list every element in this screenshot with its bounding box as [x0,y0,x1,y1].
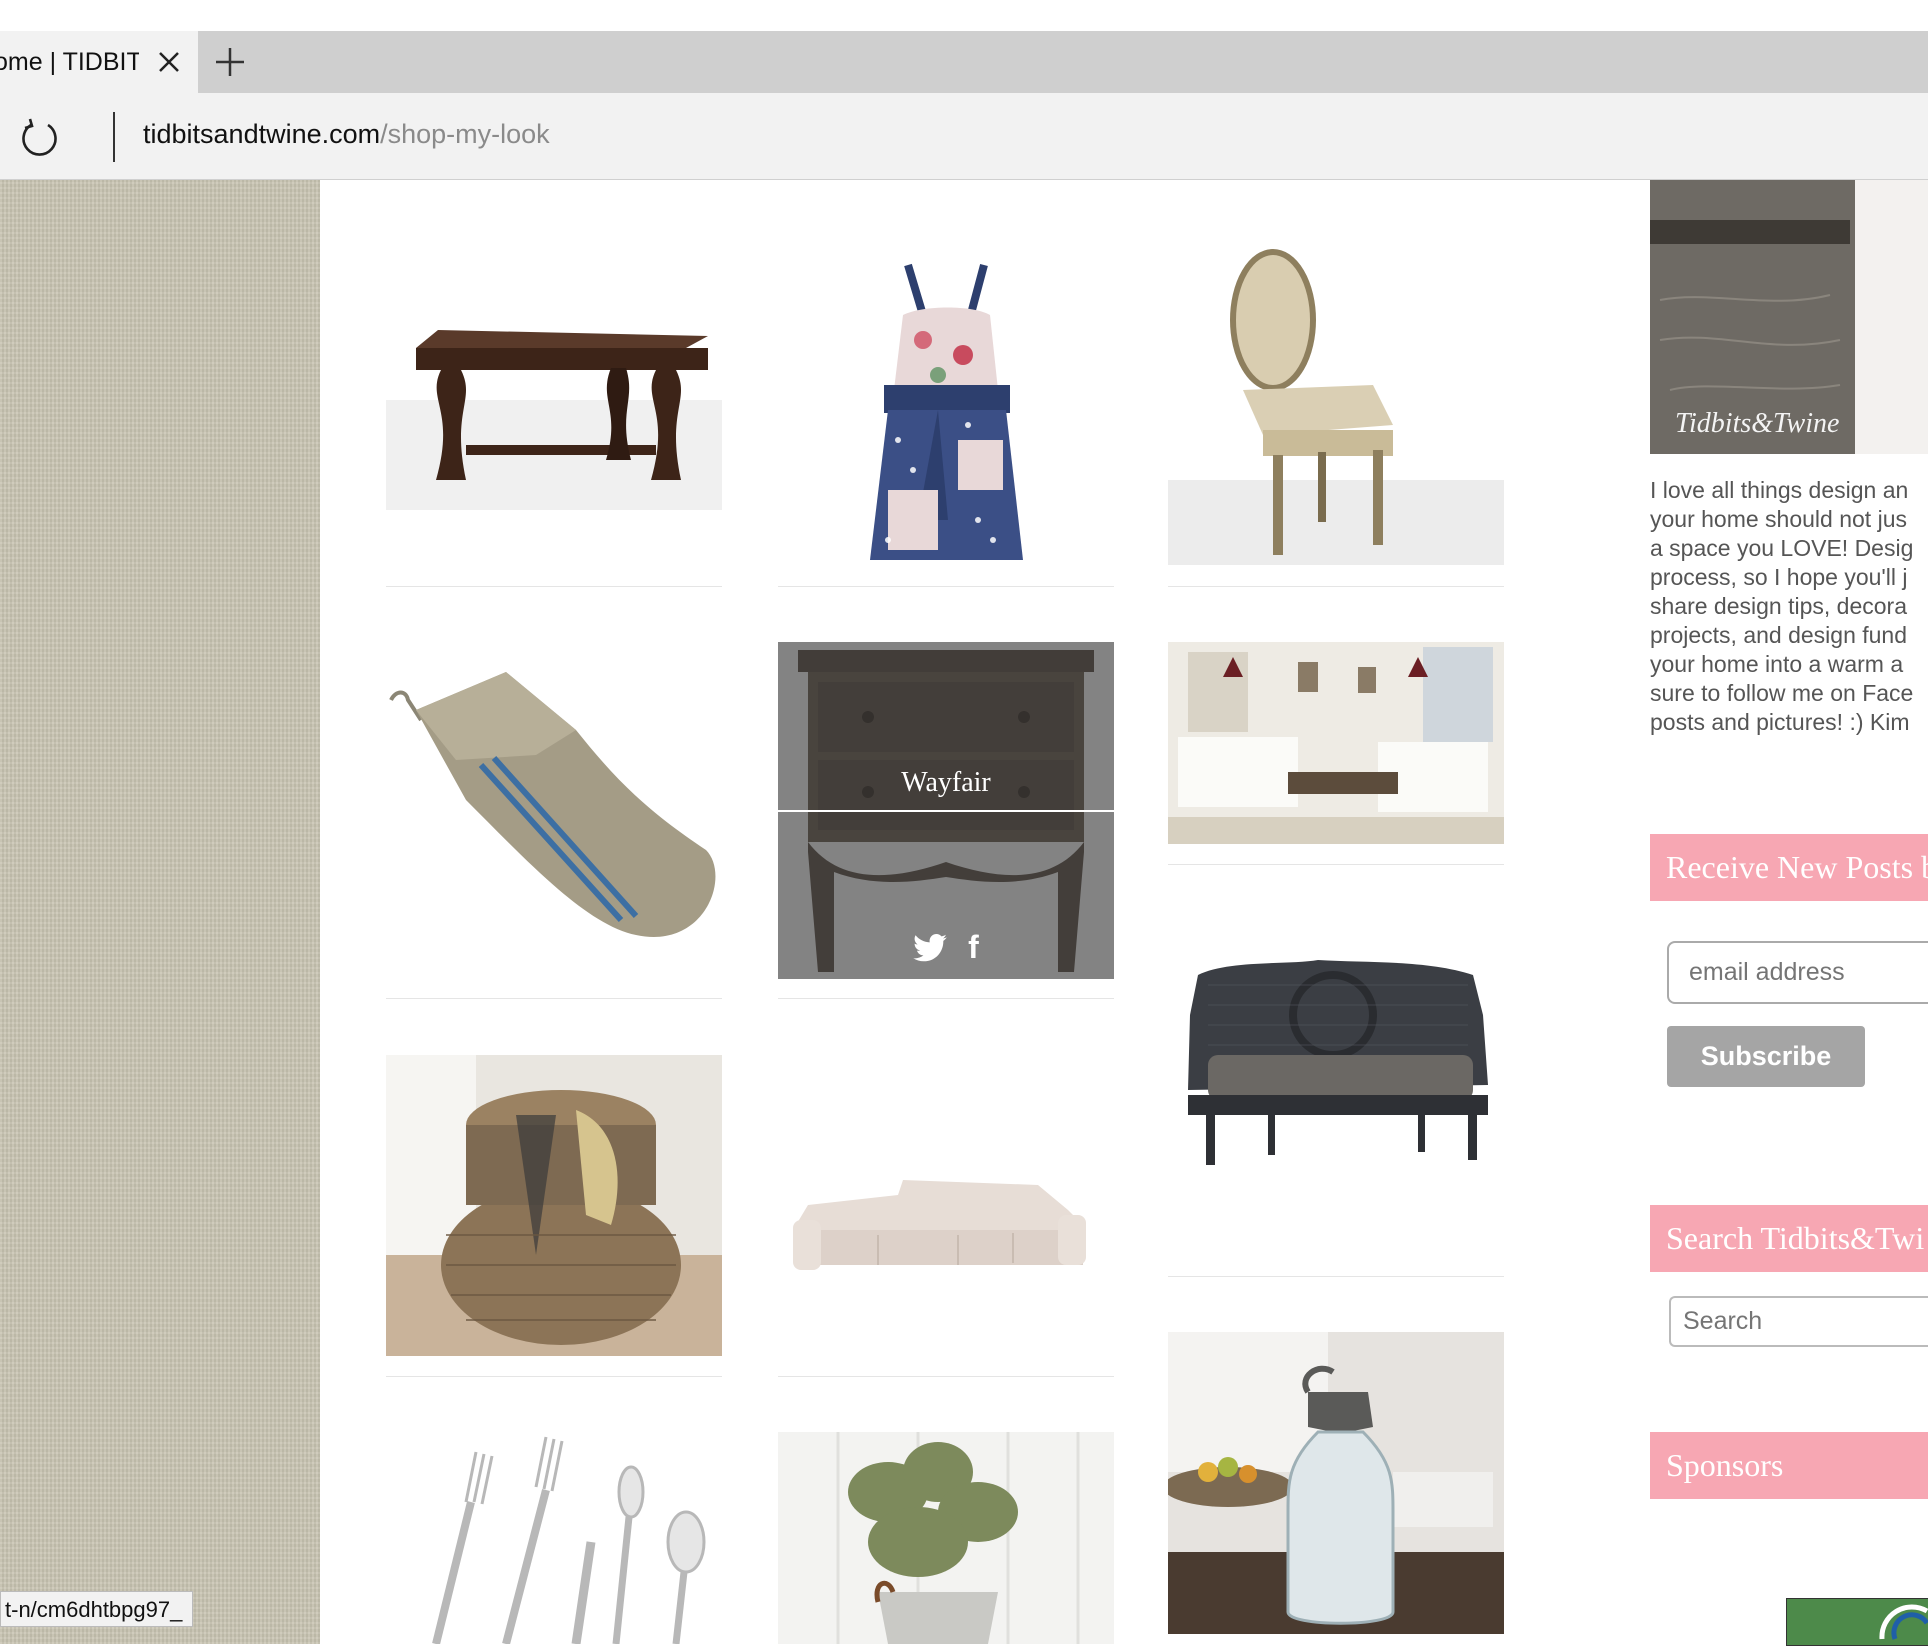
status-bar-url: t-n/cm6dhtbpg97_ [0,1591,193,1627]
bio-line: a space you LOVE! Desig [1650,535,1914,561]
close-tab-icon[interactable] [152,45,186,79]
bio-line: sure to follow me on Face [1650,680,1914,706]
product-tile[interactable] [386,1432,722,1644]
row-divider [386,586,722,587]
table-icon [386,330,722,510]
twitter-icon[interactable] [913,933,948,962]
bio-text: I love all things design an your home sh… [1650,476,1928,737]
url-field[interactable]: tidbitsandtwine.com/shop-my-look [143,119,550,150]
basket-icon [386,1055,722,1356]
sofa-icon [793,1180,1086,1270]
apron-icon [870,263,1023,560]
new-tab-icon[interactable] [212,44,248,80]
product-tile[interactable] [1168,240,1504,565]
row-divider [1168,1276,1504,1277]
bio-line: projects, and design fund [1650,622,1908,648]
chair-icon [1168,249,1504,565]
sponsor-ad[interactable] [1786,1598,1928,1646]
olive-tree-icon [778,1432,1114,1644]
wifi-icon [1787,1599,1928,1645]
toolbar-separator [113,112,115,162]
living-room-icon [1168,642,1504,844]
subscribe-button[interactable]: Subscribe [1667,1026,1865,1087]
search-input[interactable] [1669,1296,1928,1347]
bio-line: I love all things design an [1650,477,1909,503]
svg-text:Tidbits&Twine: Tidbits&Twine [1675,408,1839,439]
row-divider [1168,586,1504,587]
url-domain: tidbitsandtwine.com [143,119,381,149]
row-divider [386,1376,722,1377]
product-tile[interactable] [1168,642,1504,844]
product-tile[interactable] [1168,1332,1504,1634]
sponsors-heading: Sponsors [1650,1432,1928,1499]
seltzer-bottle-icon [1168,1332,1504,1634]
row-divider [778,1376,1114,1377]
search-heading: Search Tidbits&Twi [1650,1205,1928,1272]
linen-background [0,180,320,1644]
logo-icon: Tidbits&Twine [1650,180,1928,454]
browser-tab[interactable]: ome | TIDBIT [0,31,198,93]
store-label: Wayfair [901,767,991,798]
refresh-icon[interactable] [18,116,60,158]
sidebar-header-image: Tidbits&Twine [1650,180,1928,454]
bio-line: process, so I hope you'll j [1650,564,1908,590]
flatware-icon [432,1436,706,1644]
email-field[interactable] [1667,941,1928,1004]
bio-line: posts and pictures! :) Kim [1650,709,1910,735]
product-tile[interactable] [386,240,722,510]
product-tile[interactable] [1168,955,1504,1225]
row-divider [778,586,1114,587]
settee-icon [1188,960,1488,1165]
overlay-divider [778,810,1114,812]
product-tile[interactable] [778,240,1114,570]
row-divider [386,998,722,999]
row-divider [1168,864,1504,865]
tab-title: ome | TIDBIT [0,47,139,76]
url-path: /shop-my-look [380,119,550,149]
product-tile[interactable] [386,660,722,950]
tab-strip [0,31,1928,93]
social-links: f [778,927,1114,966]
stocking-icon [389,672,716,937]
product-tile[interactable]: Wayfair f [778,642,1114,979]
product-tile[interactable] [386,1055,722,1356]
bio-line: your home into a warm a [1650,651,1904,677]
product-tile[interactable] [778,1432,1114,1644]
bio-line: your home should not jus [1650,506,1907,532]
receive-posts-heading: Receive New Posts b [1650,834,1928,901]
facebook-icon[interactable]: f [968,929,979,965]
bio-line: share design tips, decora [1650,593,1907,619]
row-divider [778,998,1114,999]
product-tile[interactable] [778,1165,1114,1305]
